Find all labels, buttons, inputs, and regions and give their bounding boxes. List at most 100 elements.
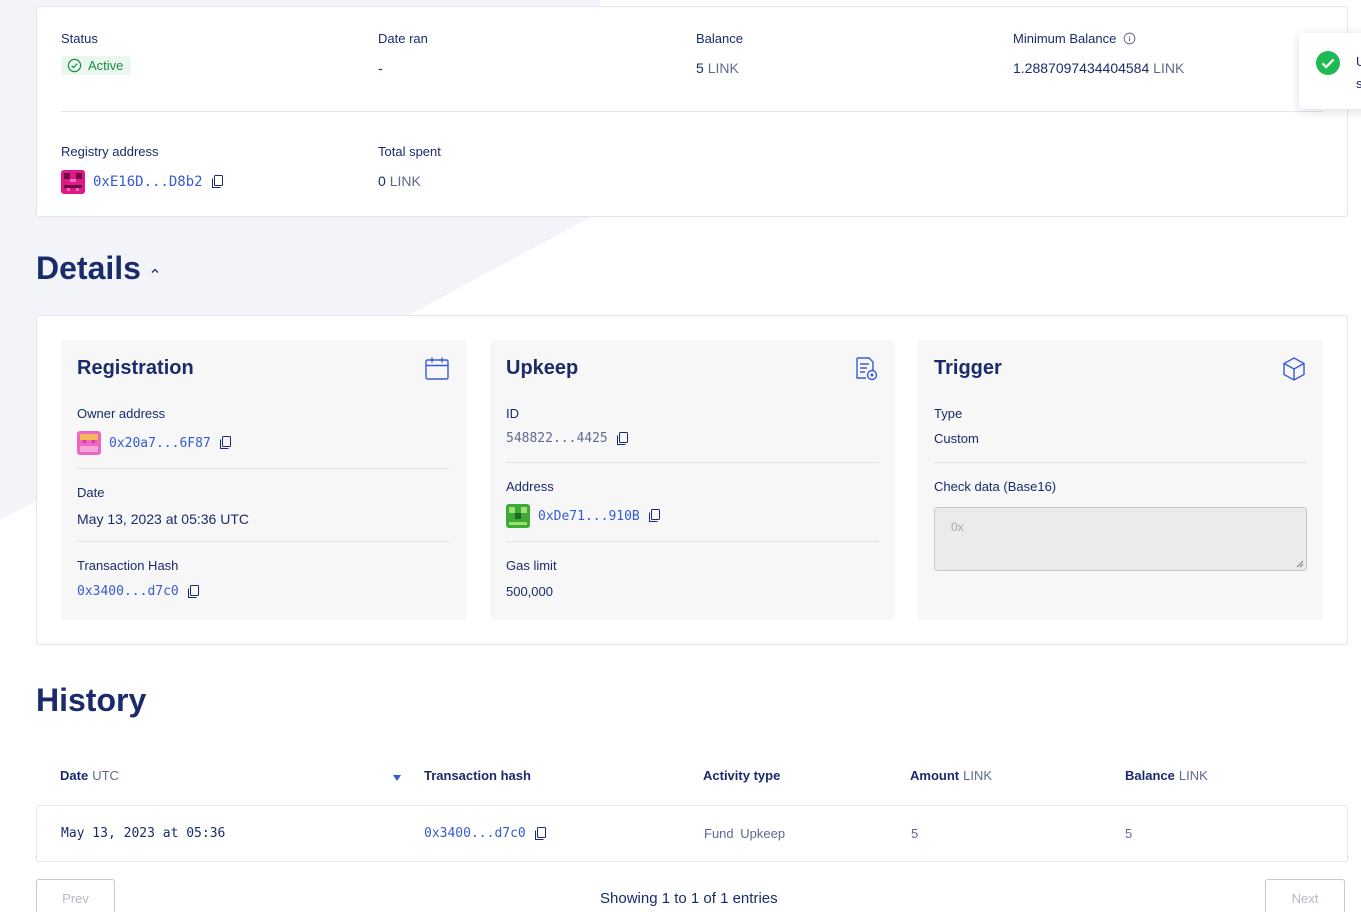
owner-address-field: Owner address 0x20a7...6F87: [77, 406, 232, 455]
registry-address-link[interactable]: 0xE16D...D8b2: [93, 174, 203, 190]
balance-amount: 5: [696, 60, 704, 76]
min-balance-label: Minimum Balance: [1013, 31, 1117, 46]
cube-icon: [1283, 357, 1305, 381]
column-header-date[interactable]: Date UTC: [60, 768, 119, 783]
document-settings-icon: [856, 357, 878, 381]
registration-date-field: Date May 13, 2023 at 05:36 UTC: [77, 485, 249, 528]
total-spent-amount: 0: [378, 173, 386, 189]
owner-avatar: [77, 431, 101, 455]
divider: [77, 541, 450, 542]
info-icon[interactable]: [1123, 32, 1136, 45]
transaction-hash-label: Transaction Hash: [77, 558, 179, 573]
min-balance-field: Minimum Balance 1.2887097434404584 LINK: [1013, 31, 1184, 77]
upkeep-address-label: Address: [506, 479, 554, 494]
column-label: Date: [60, 768, 89, 783]
transaction-hash-field: Transaction Hash 0x3400...d7c0: [77, 558, 200, 599]
check-data-textarea[interactable]: 0x: [934, 507, 1307, 571]
check-data-label: Check data (Base16): [934, 479, 1057, 494]
history-heading: History: [36, 682, 147, 718]
check-data-field: Check data (Base16): [934, 479, 1056, 495]
pagination-summary: Showing 1 to 1 of 1 entries: [600, 890, 778, 907]
row-date: May 13, 2023 at 05:36: [61, 826, 226, 841]
status-value: Active: [88, 58, 124, 73]
registration-title: Registration: [77, 357, 194, 379]
transaction-hash-link[interactable]: 0x3400...d7c0: [77, 584, 179, 599]
trigger-panel: Trigger Type Custom Check data (Base16) …: [918, 340, 1323, 620]
row-transaction-link[interactable]: 0x3400...d7c0: [424, 826, 526, 841]
summary-divider: [61, 111, 1323, 112]
upkeep-address-link[interactable]: 0xDe71...910B: [538, 509, 640, 524]
column-header-transaction-hash: Transaction hash: [424, 768, 531, 783]
row-balance: 5: [1125, 826, 1133, 841]
sort-desc-icon[interactable]: [392, 774, 402, 782]
divider: [77, 468, 450, 469]
upkeep-avatar: [506, 504, 530, 528]
resize-handle-icon[interactable]: [1296, 560, 1304, 568]
column-label: Transaction hash: [424, 768, 531, 783]
chevron-up-icon[interactable]: [150, 266, 160, 276]
column-label: Balance: [1125, 768, 1175, 783]
upkeep-address-field: Address 0xDe71...910B: [506, 479, 661, 528]
copy-icon[interactable]: [648, 509, 661, 523]
registration-date-label: Date: [77, 485, 105, 500]
balance-unit: LINK: [707, 60, 739, 76]
owner-address-link[interactable]: 0x20a7...6F87: [109, 436, 211, 451]
copy-icon[interactable]: [534, 826, 547, 841]
row-amount: 5: [911, 826, 919, 841]
toast-line-2: s: [1356, 76, 1361, 91]
gas-limit-label: Gas limit: [506, 558, 557, 573]
trigger-type-value: Custom: [934, 431, 979, 446]
column-header-balance: Balance LINK: [1125, 768, 1208, 783]
status-field: Status Active: [61, 31, 132, 78]
registry-field: Registry address 0xE16D...D8b2: [61, 144, 224, 194]
copy-icon[interactable]: [211, 175, 224, 189]
registry-label: Registry address: [61, 144, 159, 159]
divider: [934, 462, 1307, 463]
gas-limit-value: 500,000: [506, 584, 553, 599]
upkeep-id-value: 548822...4425: [506, 431, 608, 446]
summary-card: Status Active Date ran - Balance 5 LINK …: [36, 6, 1348, 217]
row-activity-type: Fund Upkeep: [704, 826, 786, 841]
balance-field: Balance 5 LINK: [696, 31, 743, 77]
status-label: Status: [61, 31, 98, 46]
success-check-icon: [1316, 51, 1340, 75]
total-spent-field: Total spent 0 LINK: [378, 144, 441, 190]
column-label: Activity type: [703, 768, 781, 783]
trigger-type-field: Type Custom: [934, 406, 979, 448]
toast-notification[interactable]: U s: [1299, 33, 1361, 109]
trigger-type-label: Type: [934, 406, 963, 421]
min-balance-amount: 1.2887097434404584: [1013, 60, 1150, 76]
registration-panel: Registration Owner address 0x20a7...6F87…: [61, 340, 466, 620]
upkeep-id-label: ID: [506, 406, 519, 421]
status-badge: Active: [61, 56, 132, 75]
details-heading[interactable]: Details: [36, 250, 160, 287]
column-unit: LINK: [1178, 768, 1208, 783]
column-header-activity-type: Activity type: [703, 768, 780, 783]
owner-address-label: Owner address: [77, 406, 166, 421]
calendar-icon: [425, 357, 449, 380]
column-unit: UTC: [92, 768, 119, 783]
date-ran-value: -: [378, 60, 383, 76]
check-circle-icon: [67, 58, 82, 73]
registry-avatar: [61, 170, 85, 194]
balance-label: Balance: [696, 31, 743, 46]
column-label: Amount: [910, 768, 960, 783]
date-ran-label: Date ran: [378, 31, 428, 46]
column-header-amount: Amount LINK: [910, 768, 992, 783]
prev-button[interactable]: Prev: [36, 879, 115, 912]
table-row: May 13, 2023 at 05:36 0x3400...d7c0 Fund…: [36, 805, 1348, 862]
gas-limit-field: Gas limit 500,000: [506, 558, 557, 601]
min-balance-unit: LINK: [1153, 60, 1185, 76]
registration-date-value: May 13, 2023 at 05:36 UTC: [77, 511, 249, 527]
copy-icon[interactable]: [616, 431, 629, 446]
divider: [506, 541, 879, 542]
column-unit: LINK: [963, 768, 993, 783]
total-spent-unit: LINK: [389, 173, 421, 189]
copy-icon[interactable]: [219, 436, 232, 450]
upkeep-title: Upkeep: [506, 357, 579, 379]
details-card: Registration Owner address 0x20a7...6F87…: [36, 315, 1348, 645]
trigger-title: Trigger: [934, 357, 1002, 379]
details-title: Details: [36, 250, 141, 286]
copy-icon[interactable]: [187, 584, 200, 599]
next-button[interactable]: Next: [1265, 879, 1345, 912]
